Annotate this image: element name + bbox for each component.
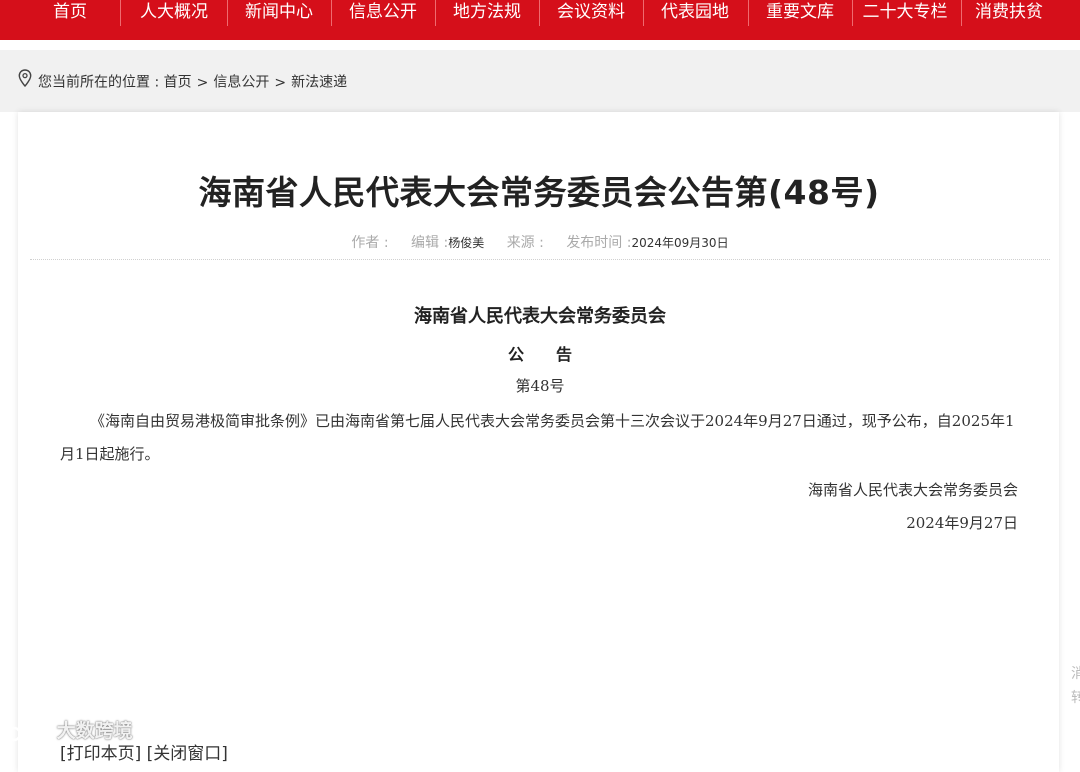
nav-item-overview[interactable]: 人大概况 — [124, 0, 224, 28]
nav-item-library[interactable]: 重要文库 — [750, 0, 850, 28]
nav-separator — [961, 0, 962, 26]
top-nav: 首页 人大概况 新闻中心 信息公开 地方法规 会议资料 代表园地 重要文库 二十… — [0, 0, 1080, 40]
breadcrumb-info-link[interactable]: 信息公开 — [213, 75, 269, 91]
nav-separator — [539, 0, 540, 26]
nav-item-local-laws[interactable]: 地方法规 — [437, 0, 537, 28]
nav-separator — [227, 0, 228, 26]
notice-issuer: 海南省人民代表大会常务委员会 — [414, 306, 666, 327]
notice-heading: 公告 — [507, 345, 604, 364]
breadcrumb-home-link[interactable]: 首页 — [164, 75, 192, 91]
breadcrumb: 您当前所在的位置 : 首页 > 信息公开 > 新法速递 — [18, 69, 347, 93]
nav-item-deputies[interactable]: 代表园地 — [645, 0, 745, 28]
nav-item-poverty-relief[interactable]: 消费扶贫 — [963, 0, 1055, 28]
nav-separator — [643, 0, 644, 26]
author-label: 作者 : — [351, 235, 389, 251]
close-window-link[interactable]: [关闭窗口] — [147, 744, 228, 764]
nav-separator — [435, 0, 436, 26]
notice-signature: 海南省人民代表大会常务委员会 2024年9月27日 — [808, 474, 1018, 540]
article-meta: 作者 : 编辑 :杨俊美 来源 : 发布时间 :2024年09月30日 — [0, 232, 1080, 252]
print-page-link[interactable]: [打印本页] — [60, 744, 141, 764]
location-pin-icon — [18, 69, 32, 93]
editor-value: 杨俊美 — [448, 236, 485, 250]
nav-item-news[interactable]: 新闻中心 — [229, 0, 329, 28]
meta-divider — [30, 259, 1050, 260]
nav-item-meeting-docs[interactable]: 会议资料 — [541, 0, 641, 28]
breadcrumb-separator: > — [274, 74, 287, 91]
nav-item-20th-congress[interactable]: 二十大专栏 — [852, 0, 958, 28]
editor-label: 编辑 : — [411, 235, 449, 251]
signature-date: 2024年9月27日 — [906, 514, 1018, 532]
article-title: 海南省人民代表大会常务委员会公告第(48号) — [198, 173, 880, 212]
breadcrumb-prefix: 您当前所在的位置 : — [38, 74, 160, 91]
publish-date-label: 发布时间 : — [566, 235, 632, 251]
notice-body: 《海南自由贸易港极简审批条例》已由海南省第七届人民代表大会常务委员会第十三次会议… — [60, 412, 1015, 463]
watermark: 大数跨境 — [6, 716, 133, 743]
nav-item-home[interactable]: 首页 — [30, 0, 110, 28]
breadcrumb-current-link[interactable]: 新法速递 — [291, 75, 347, 91]
nav-item-info-disclosure[interactable]: 信息公开 — [333, 0, 433, 28]
side-float-widget[interactable]: 消转 — [1071, 662, 1080, 710]
signature-org: 海南省人民代表大会常务委员会 — [807, 481, 1018, 499]
breadcrumb-separator: > — [196, 74, 209, 91]
nav-separator — [748, 0, 749, 26]
publish-date-value: 2024年09月30日 — [631, 236, 729, 250]
source-label: 来源 : — [506, 235, 544, 251]
watermark-logo-icon — [6, 720, 57, 742]
nav-separator — [120, 0, 121, 26]
notice-number: 第48号 — [515, 377, 565, 395]
nav-separator — [331, 0, 332, 26]
